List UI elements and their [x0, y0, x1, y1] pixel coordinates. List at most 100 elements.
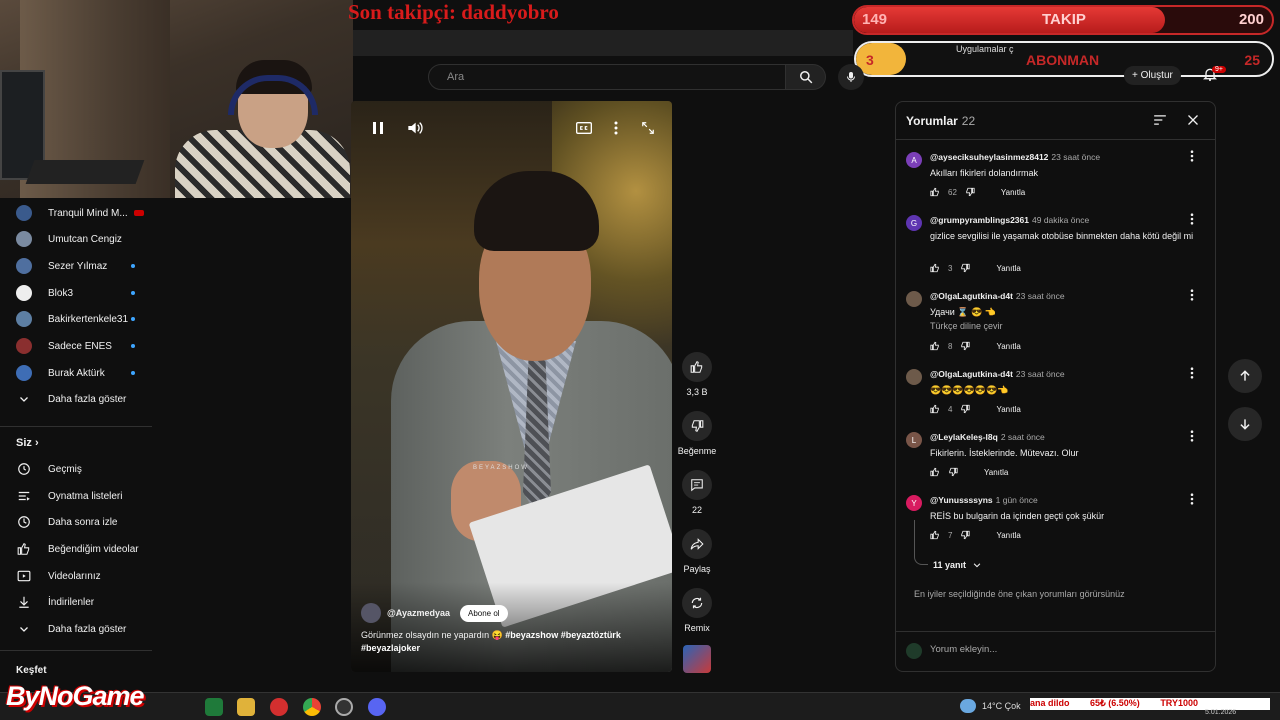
more-vertical-icon[interactable]: [1190, 150, 1194, 162]
comment-author[interactable]: @LeylaKeleş-l8q 2 saat önce: [930, 432, 1045, 442]
sidebar-item-watch-later[interactable]: Daha sonra izle: [0, 509, 155, 535]
comment-author[interactable]: @grumpyramblings2361 49 dakika önce: [930, 215, 1089, 225]
more-vertical-icon[interactable]: [1190, 430, 1194, 442]
reply-button[interactable]: Yanıtla: [996, 405, 1020, 414]
thumbs-up-icon[interactable]: [930, 467, 940, 477]
follow-current: 149: [862, 11, 888, 28]
thumbs-up-icon[interactable]: [930, 530, 940, 540]
sidebar-item-downloads[interactable]: İndirilenler: [0, 589, 155, 615]
comment-like-count: 8: [948, 341, 953, 351]
sidebar-sub-tranquil[interactable]: Tranquil Mind M...: [0, 200, 155, 226]
comment-author[interactable]: @OlgaLagutkina-d4t 23 saat önce: [930, 369, 1065, 379]
shorts-video-player[interactable]: BEYAZSHOW @Ayazmedyaa Abone ol Görünmez …: [351, 101, 672, 672]
comments-circle: [682, 470, 712, 500]
comment-avatar[interactable]: Y: [906, 495, 922, 511]
opera-icon[interactable]: [270, 698, 288, 716]
comment-actions: 8 Yanıtla: [930, 341, 1029, 351]
comment-author[interactable]: @OlgaLagutkina-d4t 23 saat önce: [930, 291, 1065, 301]
reply-button[interactable]: Yanıtla: [996, 342, 1020, 351]
sidebar-item-playlists[interactable]: Oynatma listeleri: [0, 483, 155, 509]
sidebar-show-more-2[interactable]: Daha fazla göster: [0, 616, 155, 642]
like-count: 3,3 B: [686, 387, 708, 397]
search-button[interactable]: [786, 64, 826, 90]
search-input[interactable]: Ara: [428, 64, 786, 90]
comment-avatar[interactable]: [906, 369, 922, 385]
sidebar-divider: [0, 650, 152, 651]
more-vertical-icon[interactable]: [1190, 493, 1194, 505]
video-caption[interactable]: Görünmez olsaydın ne yapardın 😝 #beyazsh…: [361, 629, 661, 655]
app-icon[interactable]: [205, 698, 223, 716]
sidebar-sub-umutcan[interactable]: Umutcan Cengiz: [0, 226, 155, 252]
thumbs-up-icon[interactable]: [930, 263, 940, 273]
sidebar-sub-burak[interactable]: Burak Aktürk: [0, 360, 155, 386]
channel-avatar[interactable]: [361, 603, 381, 623]
thumbs-up-icon[interactable]: [930, 341, 940, 351]
fullscreen-button[interactable]: [637, 119, 659, 137]
captions-button[interactable]: [573, 119, 595, 137]
sidebar-item-liked[interactable]: Beğendiğim videolar: [0, 536, 155, 562]
like-button[interactable]: 3,3 B: [680, 352, 714, 397]
more-vertical-icon[interactable]: [1190, 213, 1194, 225]
sidebar-sub-blok3[interactable]: Blok3: [0, 280, 155, 306]
share-button[interactable]: Paylaş: [680, 529, 714, 574]
comments-button[interactable]: 22: [680, 470, 714, 515]
sidebar-sub-enes[interactable]: Sadece ENES: [0, 333, 155, 359]
comment-like-count: 3: [948, 263, 953, 273]
thumbs-down-icon[interactable]: [960, 263, 971, 273]
sidebar-item-history[interactable]: Geçmiş: [0, 456, 155, 482]
liked-videos-icon: [16, 542, 32, 556]
sidebar-sub-bakirkertenkele[interactable]: Bakirkertenkele31: [0, 306, 155, 332]
chrome-icon[interactable]: [303, 698, 321, 716]
comment-author[interactable]: @ayseciksuheylasinmez8412 23 saat önce: [930, 152, 1100, 162]
translate-link[interactable]: Türkçe diline çevir: [930, 321, 1003, 331]
thumbs-down-icon[interactable]: [960, 530, 971, 540]
comment-author[interactable]: @Yunussssyns 1 gün önce: [930, 495, 1038, 505]
video-more-button[interactable]: [605, 119, 627, 137]
reply-button[interactable]: Yanıtla: [1001, 188, 1025, 197]
comment-input[interactable]: Yorum ekleyin...: [930, 644, 997, 655]
follow-label: TAKIP: [1042, 11, 1086, 28]
weather-icon[interactable]: [960, 699, 976, 713]
remix-button[interactable]: Remix: [680, 588, 714, 633]
voice-search-button[interactable]: [838, 64, 864, 90]
sidebar-show-more[interactable]: Daha fazla göster: [0, 386, 155, 412]
sidebar-item-your-videos[interactable]: Videolarınız: [0, 563, 155, 589]
previous-short-button[interactable]: [1228, 359, 1262, 393]
pause-button[interactable]: [367, 119, 389, 137]
create-button[interactable]: + Oluştur: [1124, 66, 1181, 85]
volume-button[interactable]: [404, 119, 426, 137]
reply-button[interactable]: Yanıtla: [996, 531, 1020, 540]
reply-button[interactable]: Yanıtla: [996, 264, 1020, 273]
more-vertical-icon[interactable]: [1190, 289, 1194, 301]
sort-button[interactable]: [1153, 114, 1167, 126]
comment-avatar[interactable]: L: [906, 432, 922, 448]
sidebar-sub-sezer[interactable]: Sezer Yılmaz: [0, 253, 155, 279]
comment-avatar[interactable]: [906, 291, 922, 307]
thumbs-down-icon[interactable]: [948, 467, 958, 477]
you-section-header[interactable]: Siz ›: [16, 437, 39, 449]
thumbs-down-icon[interactable]: [965, 187, 975, 197]
dislike-button[interactable]: Beğenme: [678, 411, 716, 456]
obs-icon[interactable]: [335, 698, 353, 716]
thumbs-down-icon[interactable]: [960, 341, 971, 351]
comment-avatar[interactable]: G: [906, 215, 922, 231]
thumbs-up-icon[interactable]: [930, 404, 940, 414]
discord-icon[interactable]: [368, 698, 386, 716]
comment-avatar[interactable]: A: [906, 152, 922, 168]
comment-time: 49 dakika önce: [1032, 215, 1090, 225]
more-vertical-icon[interactable]: [1190, 367, 1194, 379]
file-explorer-icon[interactable]: [237, 698, 255, 716]
channel-name[interactable]: @Ayazmedyaa: [387, 608, 450, 618]
sound-thumbnail[interactable]: [683, 645, 711, 673]
weather-text: 14°C Çok: [982, 701, 1021, 711]
close-icon: [1188, 115, 1198, 125]
next-short-button[interactable]: [1228, 407, 1262, 441]
create-label: Oluştur: [1140, 70, 1173, 81]
ticker-item: TRY1000: [1160, 698, 1198, 708]
reply-button[interactable]: Yanıtla: [984, 468, 1008, 477]
close-comments-button[interactable]: [1187, 114, 1199, 126]
thumbs-down-icon[interactable]: [960, 404, 971, 414]
replies-toggle[interactable]: 11 yanıt: [933, 560, 982, 570]
thumbs-up-icon[interactable]: [930, 187, 940, 197]
subscribe-button[interactable]: Abone ol: [459, 604, 508, 622]
